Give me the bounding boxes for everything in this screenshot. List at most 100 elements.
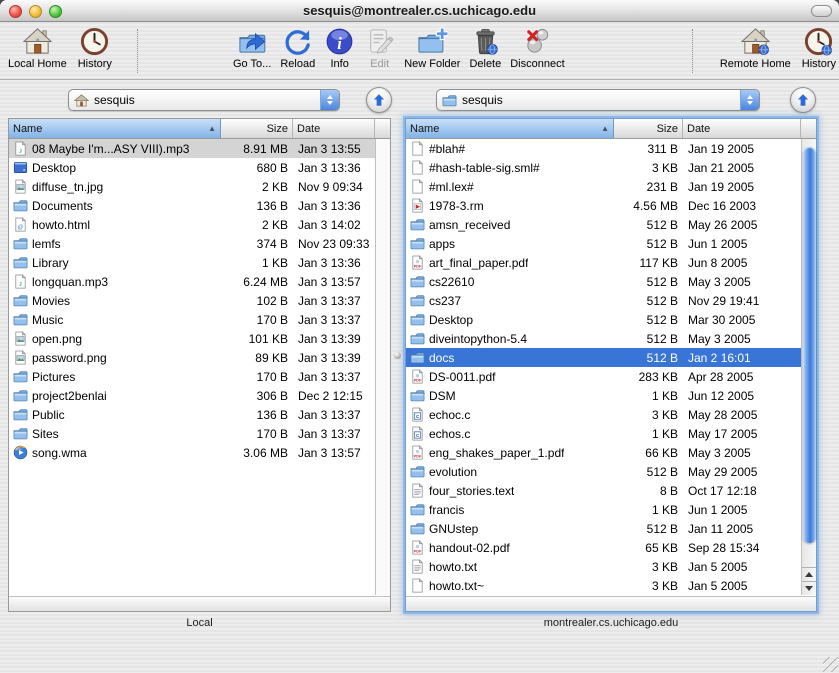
toolbar-button-local-history[interactable]: History	[78, 26, 112, 70]
file-row[interactable]: Library 1 KB Jan 3 13:36	[9, 253, 375, 272]
file-row[interactable]: Music 170 B Jan 3 13:37	[9, 310, 375, 329]
file-row[interactable]: open.png 101 KB Jan 3 13:39	[9, 329, 375, 348]
toolbar-button-local-home[interactable]: Local Home	[8, 26, 67, 70]
toolbar-button-reload[interactable]: Reload	[280, 26, 315, 70]
file-row[interactable]: Desktop 680 B Jan 3 13:36	[9, 158, 375, 177]
file-row[interactable]: ♪ longquan.mp3 6.24 MB Jan 3 13:57	[9, 272, 375, 291]
file-date: Jan 19 2005	[683, 142, 801, 156]
file-size: 283 KB	[614, 370, 683, 384]
remote-file-pane: Name ▲ Size Date #blah# 311 B Jan 19 200…	[405, 118, 817, 612]
file-date: Jan 3 13:36	[293, 199, 375, 213]
column-header-date[interactable]: Date	[293, 119, 375, 138]
horizontal-scrollbar[interactable]	[9, 596, 390, 611]
file-row[interactable]: PDF DS-0011.pdf 283 KB Apr 28 2005	[406, 367, 801, 386]
column-header-size[interactable]: Size	[221, 119, 293, 138]
plain-file-icon	[410, 179, 425, 194]
toolbar-button-remote-home[interactable]: Remote Home	[720, 26, 791, 70]
local-path-dropdown[interactable]: sesquis	[68, 89, 340, 111]
toolbar-button-edit[interactable]: Edit	[364, 26, 395, 70]
file-date: May 3 2005	[683, 275, 801, 289]
vertical-scrollbar[interactable]	[801, 139, 816, 595]
file-row[interactable]: lemfs 374 B Nov 23 09:33	[9, 234, 375, 253]
window-resize-grip[interactable]	[823, 657, 838, 672]
column-header-name[interactable]: Name ▲	[9, 119, 221, 138]
file-row[interactable]: #ml.lex# 231 B Jan 19 2005	[406, 177, 801, 196]
toolbar-button-remote-history[interactable]: History	[802, 26, 836, 70]
file-row[interactable]: #blah# 311 B Jan 19 2005	[406, 139, 801, 158]
file-row[interactable]: howto.txt 3 KB Jan 5 2005	[406, 557, 801, 576]
column-header-name[interactable]: Name ▲	[406, 119, 614, 138]
toolbar-button-delete[interactable]: Delete	[469, 26, 501, 70]
vertical-scrollbar[interactable]	[375, 139, 390, 595]
file-row[interactable]: Public 136 B Jan 3 13:37	[9, 405, 375, 424]
file-date: May 3 2005	[683, 332, 801, 346]
remote-path-dropdown[interactable]: sesquis	[436, 89, 760, 111]
file-row[interactable]: project2benlai 306 B Dec 2 12:15	[9, 386, 375, 405]
file-row[interactable]: c echos.c 1 KB May 17 2005	[406, 424, 801, 443]
file-row[interactable]: evolution 512 B May 29 2005	[406, 462, 801, 481]
image-file-icon	[13, 331, 28, 346]
file-row[interactable]: @ howto.html 2 KB Jan 3 14:02	[9, 215, 375, 234]
scrollbar-thumb[interactable]	[803, 147, 816, 543]
file-row[interactable]: 1978-3.rm 4.56 MB Dec 16 2003	[406, 196, 801, 215]
toolbar-button-info[interactable]: i Info	[324, 26, 355, 70]
file-name: Public	[32, 408, 65, 422]
file-row[interactable]: PDF art_final_paper.pdf 117 KB Jun 8 200…	[406, 253, 801, 272]
folder-icon	[13, 236, 28, 251]
file-row[interactable]: #hash-table-sig.sml# 3 KB Jan 21 2005	[406, 158, 801, 177]
folder-icon	[410, 217, 425, 232]
file-row[interactable]: ♪ 08 Maybe I'm...ASY VIII).mp3 8.91 MB J…	[9, 139, 375, 158]
file-row[interactable]: diffuse_tn.jpg 2 KB Nov 9 09:34	[9, 177, 375, 196]
file-date: Jan 3 13:37	[293, 370, 375, 384]
file-name: four_stories.text	[429, 484, 514, 498]
file-row[interactable]: amsn_received 512 B May 26 2005	[406, 215, 801, 234]
file-row[interactable]: diveintopython-5.4 512 B May 3 2005	[406, 329, 801, 348]
file-row[interactable]: four_stories.text 8 B Oct 17 12:18	[406, 481, 801, 500]
column-header-size[interactable]: Size	[614, 119, 683, 138]
svg-text:c: c	[416, 414, 419, 420]
file-row[interactable]: Movies 102 B Jan 3 13:37	[9, 291, 375, 310]
file-row[interactable]: howto.txt~ 3 KB Jan 5 2005	[406, 576, 801, 595]
title-bar[interactable]: sesquis@montrealer.cs.uchicago.edu	[0, 0, 839, 22]
file-row[interactable]: song.wma 3.06 MB Jan 3 13:57	[9, 443, 375, 462]
file-row[interactable]: PDF handout-02.pdf 65 KB Sep 28 15:34	[406, 538, 801, 557]
file-size: 136 B	[221, 408, 293, 422]
toolbar-button-goto[interactable]: Go To...	[233, 26, 271, 70]
toolbar-toggle-button[interactable]	[811, 5, 832, 17]
local-file-list: ♪ 08 Maybe I'm...ASY VIII).mp3 8.91 MB J…	[9, 139, 375, 595]
file-row[interactable]: cs237 512 B Nov 29 19:41	[406, 291, 801, 310]
file-row[interactable]: password.png 89 KB Jan 3 13:39	[9, 348, 375, 367]
pdf-file-icon: PDF	[410, 255, 425, 270]
file-row[interactable]: c echoc.c 3 KB May 28 2005	[406, 405, 801, 424]
folder-icon	[410, 350, 425, 365]
remote-up-directory-button[interactable]	[790, 87, 816, 113]
file-row[interactable]: docs 512 B Jan 2 16:01	[406, 348, 801, 367]
column-header-date[interactable]: Date	[683, 119, 801, 138]
file-row[interactable]: GNUstep 512 B Jan 11 2005	[406, 519, 801, 538]
remote-file-list: #blah# 311 B Jan 19 2005 #hash-table-sig…	[406, 139, 801, 595]
toolbar-button-disconnect[interactable]: Disconnect	[510, 26, 564, 70]
file-date: Jan 3 13:55	[293, 142, 375, 156]
toolbar-button-new-folder[interactable]: New Folder	[404, 26, 460, 70]
file-row[interactable]: francis 1 KB Jun 1 2005	[406, 500, 801, 519]
file-date: May 29 2005	[683, 465, 801, 479]
file-row[interactable]: apps 512 B Jun 1 2005	[406, 234, 801, 253]
file-row[interactable]: DSM 1 KB Jun 12 2005	[406, 386, 801, 405]
file-size: 512 B	[614, 313, 683, 327]
file-row[interactable]: Sites 170 B Jan 3 13:37	[9, 424, 375, 443]
local-up-directory-button[interactable]	[366, 87, 392, 113]
local-file-pane: Name ▲ Size Date ♪ 08 Maybe I'm...ASY VI…	[8, 118, 391, 612]
file-row[interactable]: Documents 136 B Jan 3 13:36	[9, 196, 375, 215]
plain-file-icon	[410, 578, 425, 593]
file-row[interactable]: cs22610 512 B May 3 2005	[406, 272, 801, 291]
file-row[interactable]: PDF eng_shakes_paper_1.pdf 66 KB May 3 2…	[406, 443, 801, 462]
scroll-down-button[interactable]	[802, 581, 816, 595]
file-row[interactable]: Desktop 512 B Mar 30 2005	[406, 310, 801, 329]
pane-splitter-handle[interactable]	[394, 352, 401, 359]
file-row[interactable]: Pictures 170 B Jan 3 13:37	[9, 367, 375, 386]
image-file-icon	[13, 179, 28, 194]
c-file-icon: c	[410, 426, 425, 441]
scroll-up-button[interactable]	[802, 567, 816, 581]
horizontal-scrollbar[interactable]	[406, 596, 816, 611]
file-name: project2benlai	[32, 389, 107, 403]
